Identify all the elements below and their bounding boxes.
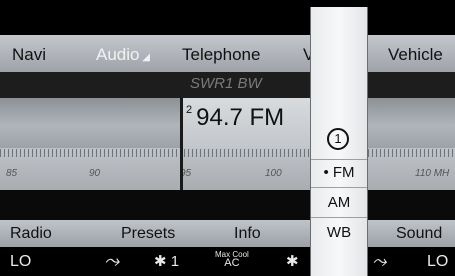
menu-item-fm[interactable]: • FM <box>311 160 367 186</box>
scale-label-110: 110 MH <box>415 168 450 179</box>
fan-right-icon[interactable]: ✱ <box>286 252 299 270</box>
left-temperature[interactable]: LO <box>10 253 31 271</box>
menu-separator <box>311 187 367 188</box>
fan-icon: ✱ <box>154 253 171 270</box>
current-frequency: 2 94.7 FM <box>186 104 284 132</box>
scale-label-100: 100 <box>265 168 282 179</box>
scale-ticks <box>0 149 455 157</box>
right-temperature[interactable]: LO <box>427 253 448 271</box>
active-indicator-icon: ◢ <box>139 52 150 63</box>
menu-item-wb[interactable]: WB <box>311 220 367 246</box>
scale-label-85: 85 <box>6 168 18 179</box>
ac-label: AC <box>224 257 240 269</box>
menu-separator <box>311 217 367 218</box>
station-name: SWR1 BW <box>190 75 262 92</box>
soft-button-bar <box>0 220 455 247</box>
callout-marker: 1 <box>327 128 349 150</box>
frequency-value: 94.7 FM <box>196 104 285 131</box>
airflow-icon[interactable]: ⤳ <box>104 251 119 273</box>
nav-item-navi[interactable]: Navi <box>12 45 46 65</box>
info-strip <box>0 190 455 220</box>
info-button[interactable]: Info <box>234 225 261 243</box>
max-cool-button[interactable]: Max Cool AC <box>215 250 249 269</box>
nav-item-telephone[interactable]: Telephone <box>182 45 260 65</box>
sound-button[interactable]: Sound <box>396 225 442 243</box>
presets-button[interactable]: Presets <box>121 225 175 243</box>
tuning-needle <box>180 98 183 190</box>
menu-item-am[interactable]: AM <box>311 190 367 216</box>
top-bar <box>0 0 455 35</box>
fan-speed[interactable]: ✱ 1 <box>154 252 179 270</box>
nav-item-audio-label: Audio <box>96 45 140 64</box>
nav-item-audio[interactable]: Audio ◢ <box>96 45 150 65</box>
radio-button[interactable]: Radio <box>10 225 52 243</box>
scale-label-90: 90 <box>89 168 101 179</box>
fan-speed-value: 1 <box>170 253 180 270</box>
nav-item-vehicle[interactable]: Vehicle <box>388 45 443 65</box>
airflow-right-icon[interactable]: ⤳ <box>372 251 386 272</box>
preset-number: 2 <box>186 104 193 116</box>
